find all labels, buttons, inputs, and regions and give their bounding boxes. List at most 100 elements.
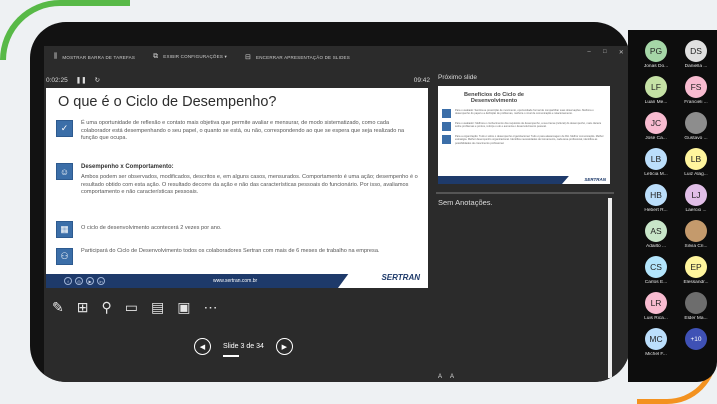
participant-name: Gustavo ... [684,136,708,141]
pause-icon[interactable]: ❚❚ [76,76,87,84]
timer-row: 0:02:25 ❚❚ ↻ 09:42 [46,74,430,86]
display-settings-icon: ⧉ [153,53,159,60]
participant-tile[interactable]: Gustavo ... [676,112,716,152]
checkmark-icon: ✓ [56,120,73,137]
participant-tile[interactable]: Elder Ma... [676,292,716,332]
participant-tile[interactable]: LB Letícia M... [636,148,676,188]
next-slide-row-text: Para a organização: Tudo é sobre o desem… [455,134,604,145]
see-all-slides-icon[interactable]: ⊞ [77,300,89,314]
next-slide-row-icon [442,134,451,144]
increase-font-button[interactable]: A [438,374,442,380]
maximize-icon[interactable]: □ [603,49,607,56]
avatar: DS [685,40,707,62]
slide-item-text: Ambos podem ser observados, modificados,… [81,174,418,196]
end-slideshow-label: ENCERRAR APRESENTAÇÃO DE SLIDES [256,54,350,60]
panel-divider[interactable] [436,192,614,194]
participant-tile[interactable]: PG Jonas Do... [636,40,676,80]
presenter-toolbar: ⫼ MOSTRAR BARRA DE TAREFAS ⧉ EXIBIR CONF… [44,46,630,68]
participant-tile[interactable]: CS Carlos E... [636,256,676,296]
next-slide-preview[interactable]: Benefícios do Ciclo de Desenvolvimento P… [438,86,610,184]
slide-item: ⚇ Participará do Ciclo de Desenvolviment… [56,248,418,265]
close-icon[interactable]: ✕ [619,49,624,56]
participant-name: Letícia M... [644,172,668,177]
linkedin-icon: in [97,277,105,285]
slide-progress-bar [223,355,239,357]
reset-icon[interactable]: ↻ [95,76,100,84]
window-controls: – □ ✕ [587,49,624,56]
next-slide-row-icon [442,108,451,118]
next-slide-button[interactable]: ▶ [275,338,293,355]
avatar: +10 [685,328,707,350]
avatar: EP [685,256,707,278]
next-slide-logo: SERTRAN [562,174,610,184]
pen-icon[interactable]: ✎ [52,300,64,314]
show-taskbar-button[interactable]: ⫼ MOSTRAR BARRA DE TAREFAS [54,53,135,61]
notes-scrollbar[interactable] [608,198,612,378]
participant-name: Jonas Do... [643,64,669,69]
avatar: LF [645,76,667,98]
participant-name: Hebert R... [644,208,668,213]
minimize-icon[interactable]: – [587,49,591,56]
participant-name: Adailto ... [646,244,666,249]
participant-tile[interactable]: LJ Laercio ... [676,184,716,224]
slide-item: ▦ O ciclo de desenvolvimento acontecerá … [56,221,418,238]
avatar: PG [645,40,667,62]
clock: 09:42 [413,76,430,84]
person-icon: ☺ [56,163,73,180]
end-slideshow-icon: ⊟ [244,54,252,61]
elapsed-timer: 0:02:25 [46,76,68,84]
display-settings-button[interactable]: ⧉ EXIBIR CONFIGURAÇÕES ▾ [153,53,227,61]
end-slideshow-button[interactable]: ⊟ ENCERRAR APRESENTAÇÃO DE SLIDES [245,53,350,61]
notes-font-controls: A A [438,374,454,380]
participant-name: Silvia Cri... [684,244,708,249]
next-slide-row: Para o avaliador: Melhora o conhecimento… [442,121,604,131]
participant-name: Carlos E... [644,280,668,285]
slide-item-text: O ciclo de desenvolvimento acontecerá 2 … [81,225,222,231]
subtitles-icon[interactable]: ▤ [151,300,164,314]
avatar: JC [645,112,667,134]
projector-icon[interactable]: ▭ [125,300,138,314]
avatar: AS [645,220,667,242]
calendar-icon: ▦ [56,221,73,238]
previous-slide-button[interactable]: ◀ [194,338,211,355]
participant-tile[interactable]: Silvia Cri... [676,220,716,260]
participant-name: Luiz Alag... [684,172,708,177]
participant-tile[interactable]: DS Daniella ... [676,40,716,80]
participant-name: Laercio ... [685,208,707,213]
avatar: FS [685,76,707,98]
speaker-notes[interactable]: Sem Anotações. [438,198,493,207]
more-options-icon[interactable]: ⋯ [203,300,217,314]
team-icon: ⚇ [56,248,73,265]
next-slide-title: Benefícios do Ciclo de Desenvolvimento [464,92,524,105]
participant-name: Luan Me... [644,100,668,105]
participant-tile[interactable]: JC José Ca... [636,112,676,152]
next-slide-logo-text: SERTRAN [584,176,606,182]
participant-tile[interactable]: LF Luan Me... [636,76,676,116]
avatar [685,220,707,242]
participant-name: Daniella ... [684,64,708,69]
display-settings-label: EXIBIR CONFIGURAÇÕES ▾ [163,54,227,59]
current-slide-panel: 0:02:25 ❚❚ ↻ 09:42 O que é o Ciclo de De… [44,74,432,382]
participant-tile[interactable]: AS Adailto ... [636,220,676,260]
participant-tile[interactable]: HB Hebert R... [636,184,676,224]
current-slide: O que é o Ciclo de Desempenho? ✓ É uma o… [46,88,428,288]
participant-name: Francieli ... [684,100,708,105]
participant-tile[interactable]: +10 [676,328,716,368]
avatar: LB [645,148,667,170]
social-icons: f ◎ ▶ in [64,277,105,285]
participant-tile[interactable]: MC Michel F... [636,328,676,368]
participant-tile[interactable]: LB Luiz Alag... [676,148,716,188]
participant-name: Luis Rica... [644,316,668,321]
camera-icon[interactable]: ▣ [177,300,190,314]
zoom-icon[interactable]: ⚲ [101,300,111,314]
participant-tile[interactable]: LR Luis Rica... [636,292,676,332]
sertran-logo-text: SERTRAN [381,272,420,282]
avatar [685,112,707,134]
decrease-font-button[interactable]: A [450,374,454,380]
next-slide-footer: SERTRAN [438,174,610,184]
next-slide-row-text: Para o avaliado: Sentirá-se prescrição d… [455,108,594,116]
taskbar-icon: ⫼ [54,53,58,60]
participant-tile[interactable]: EP Elessandr... [676,256,716,296]
participant-tile[interactable]: FS Francieli ... [676,76,716,116]
avatar: MC [645,328,667,350]
